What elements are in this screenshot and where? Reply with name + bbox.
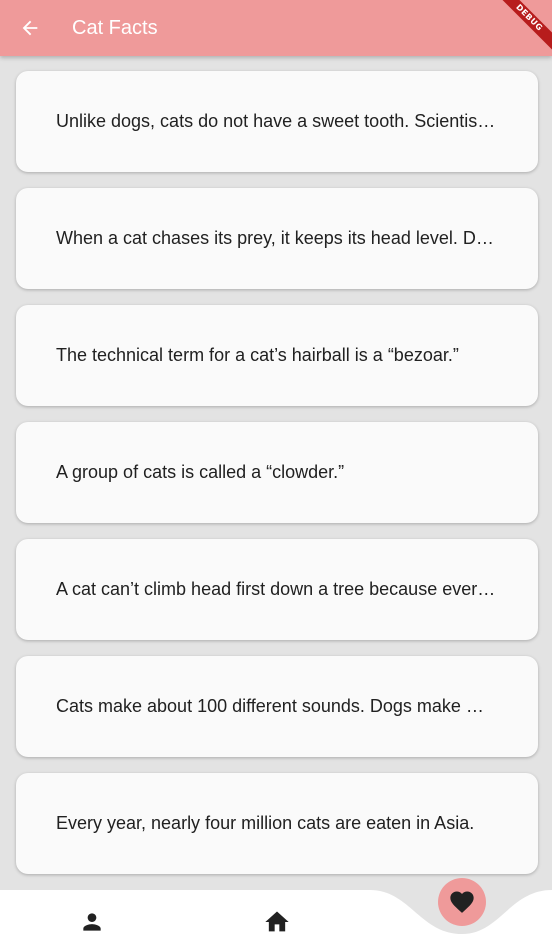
fact-card[interactable]: Every year, nearly four million cats are… <box>16 773 538 874</box>
fact-text: A cat can’t climb head first down a tree… <box>56 579 498 599</box>
person-icon <box>83 913 101 931</box>
fact-text: A group of cats is called a “clowder.” <box>56 462 345 482</box>
fact-card[interactable]: Cats make about 100 different sounds. Do… <box>16 656 538 757</box>
debug-banner: DEBUG <box>492 0 552 60</box>
debug-label: DEBUG <box>492 0 552 55</box>
heart-icon <box>450 891 474 913</box>
fact-text: The technical term for a cat’s hairball … <box>56 345 459 365</box>
fact-text: Cats make about 100 different sounds. Do… <box>56 696 484 716</box>
back-button[interactable] <box>12 10 48 46</box>
fact-text: Unlike dogs, cats do not have a sweet to… <box>56 111 498 131</box>
fact-card[interactable]: The technical term for a cat’s hairball … <box>16 305 538 406</box>
fact-text: When a cat chases its prey, it keeps its… <box>56 228 498 248</box>
home-icon <box>265 911 289 932</box>
nav-favorites-button[interactable] <box>438 878 486 926</box>
fact-card[interactable]: A group of cats is called a “clowder.” <box>16 422 538 523</box>
fact-card[interactable]: Unlike dogs, cats do not have a sweet to… <box>16 71 538 172</box>
arrow-back-icon <box>22 20 38 36</box>
page-title: Cat Facts <box>72 17 158 39</box>
fact-card[interactable]: A cat can’t climb head first down a tree… <box>16 539 538 640</box>
fact-list: Unlike dogs, cats do not have a sweet to… <box>16 71 538 890</box>
fact-card[interactable]: When a cat chases its prey, it keeps its… <box>16 188 538 289</box>
fact-text: Every year, nearly four million cats are… <box>56 813 475 833</box>
nav-profile-button[interactable] <box>72 902 112 942</box>
nav-home-button[interactable] <box>257 902 297 942</box>
app-bar: Cat Facts <box>0 0 552 56</box>
bottom-navigation-bar <box>0 878 552 949</box>
